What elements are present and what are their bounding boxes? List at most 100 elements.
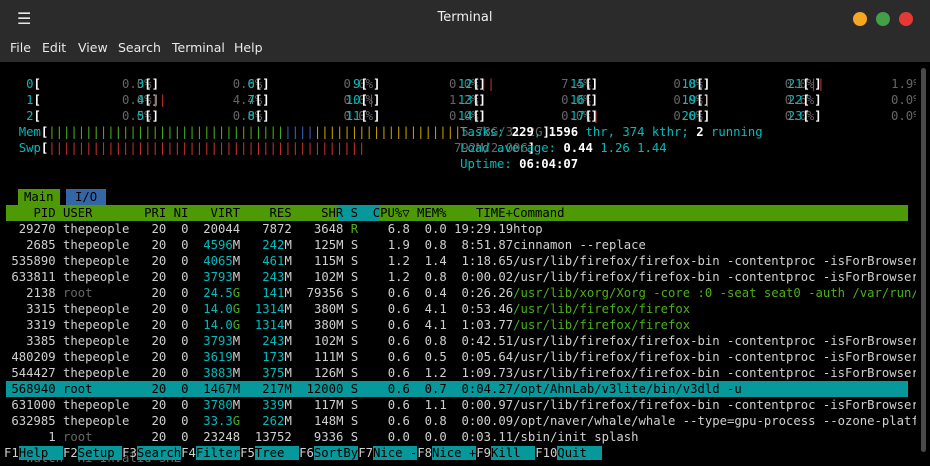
fkey-label-f8[interactable]: Nice + bbox=[431, 446, 477, 460]
fkey-f10[interactable]: F10 bbox=[535, 446, 557, 460]
proc-mem: 0.8 bbox=[409, 414, 447, 428]
proc-s: S bbox=[343, 254, 359, 268]
text bbox=[188, 414, 195, 428]
fkey-label-f2[interactable]: Setup bbox=[77, 446, 123, 460]
proc-s: S bbox=[343, 334, 359, 348]
proc-mem: 1.2 bbox=[409, 366, 447, 380]
bracket: [ bbox=[33, 77, 41, 91]
cpu-id: 14 bbox=[450, 109, 473, 123]
swp-bar: ||||||||||||||||||||||||||||||||||||||||… bbox=[48, 141, 366, 155]
menu-view[interactable]: View bbox=[78, 40, 108, 55]
fkey-label-f10[interactable]: Quit bbox=[557, 446, 602, 460]
scrollbar[interactable] bbox=[916, 62, 930, 466]
fkey-label-f3[interactable]: Search bbox=[136, 446, 182, 460]
text bbox=[704, 109, 785, 123]
menu-edit[interactable]: Edit bbox=[42, 40, 66, 55]
text bbox=[240, 270, 247, 284]
process-row[interactable]: 633811 thepeople 20 0 3793M 243M 102M S … bbox=[4, 269, 930, 285]
menu-search[interactable]: Search bbox=[118, 40, 161, 55]
proc-cpu: 0.6 bbox=[358, 350, 410, 364]
proc-user: root bbox=[63, 430, 137, 444]
fkey-f1[interactable]: F1 bbox=[4, 446, 19, 460]
proc-cpu: 0.0 bbox=[358, 430, 410, 444]
process-row[interactable]: 631000 thepeople 20 0 3780M 339M 117M S … bbox=[4, 397, 930, 413]
fkey-f9[interactable]: F9 bbox=[476, 446, 491, 460]
proc-mem: 0.8 bbox=[409, 334, 447, 348]
proc-s: S bbox=[343, 366, 359, 380]
bracket: [ bbox=[360, 93, 368, 107]
fkey-f5[interactable]: F5 bbox=[240, 446, 255, 460]
text bbox=[188, 350, 195, 364]
cpu-id: 16 bbox=[562, 93, 585, 107]
minimize-icon[interactable] bbox=[853, 12, 867, 26]
column-headers: PID USER PRI NI VIRT RES SHR S CPU%▽ MEM… bbox=[4, 206, 565, 220]
process-row[interactable]: 1 root 20 0 23248 13752 9336 S 0.0 0.0 0… bbox=[4, 429, 638, 445]
tab-io[interactable]: I/O bbox=[66, 189, 107, 205]
proc-virt: 1467M bbox=[195, 382, 241, 396]
proc-virt: 20044 bbox=[195, 222, 241, 236]
swap-meter: Swp[||||||||||||||||||||||||||||||||||||… bbox=[19, 140, 535, 156]
process-row[interactable]: 480209 thepeople 20 0 3619M 173M 111M S … bbox=[4, 349, 930, 365]
fkey-label-f5[interactable]: Tree bbox=[254, 446, 300, 460]
cpu-id: 21 bbox=[780, 77, 803, 91]
process-row[interactable]: 2685 thepeople 20 0 4596M 242M 125M S 1.… bbox=[4, 237, 646, 253]
proc-time: 0:05.64 bbox=[446, 350, 514, 364]
text bbox=[240, 430, 247, 444]
text bbox=[240, 366, 247, 380]
menu-file[interactable]: File bbox=[10, 40, 31, 55]
proc-s: S bbox=[343, 270, 359, 284]
menu-bar: File Edit View Search Terminal Help bbox=[0, 36, 930, 62]
proc-s: S bbox=[343, 238, 359, 252]
cpu-id: 7 bbox=[232, 93, 255, 107]
proc-cpu: 1.9 bbox=[358, 238, 410, 252]
text bbox=[240, 334, 247, 348]
bracket: [ bbox=[802, 93, 810, 107]
window-title: Terminal bbox=[437, 10, 493, 25]
menu-terminal[interactable]: Terminal bbox=[172, 40, 225, 55]
proc-pid: 2685 bbox=[4, 238, 56, 252]
fkey-f2[interactable]: F2 bbox=[63, 446, 78, 460]
htop-terminal-view[interactable]: 0[ 0.0%] 1[ 0.0%] 2[ 0.0%] 3[ 0.0%] 4[||… bbox=[0, 62, 930, 466]
tab-main[interactable]: Main bbox=[18, 189, 60, 205]
cpu-id: 9 bbox=[338, 77, 361, 91]
fkey-label-f1[interactable]: Help bbox=[18, 446, 64, 460]
maximize-icon[interactable] bbox=[876, 12, 890, 26]
fkey-label-f6[interactable]: SortBy bbox=[313, 446, 359, 460]
menu-help[interactable]: Help bbox=[234, 40, 263, 55]
fkey-label-f4[interactable]: Filter bbox=[195, 446, 241, 460]
process-row[interactable]: 3315 thepeople 20 0 14.0G 1314M 380M S 0… bbox=[4, 301, 690, 317]
proc-command: /usr/lib/firefox/firefox-bin -contentpro… bbox=[513, 398, 930, 412]
cpu-id: 15 bbox=[562, 77, 585, 91]
cpu-meter-21: 21[|| 1.9%] bbox=[780, 76, 928, 92]
proc-res: 13752 bbox=[247, 430, 292, 444]
unit: M bbox=[284, 238, 292, 252]
process-row[interactable]: 568940 root 20 0 1467M 217M 12000 S 0.6 … bbox=[4, 381, 741, 397]
fkey-f3[interactable]: F3 bbox=[122, 446, 137, 460]
process-row[interactable]: 3319 thepeople 20 0 14.0G 1314M 380M S 0… bbox=[4, 317, 690, 333]
process-row[interactable]: 535890 thepeople 20 0 4065M 461M 115M S … bbox=[4, 253, 930, 269]
proc-res: 141 bbox=[262, 286, 285, 300]
fkey-label-f9[interactable]: Kill bbox=[491, 446, 536, 460]
bracket: [ bbox=[696, 93, 704, 107]
proc-command: /usr/lib/firefox/firefox-bin -contentpro… bbox=[513, 366, 930, 380]
text bbox=[711, 93, 785, 107]
uptime-label: Uptime: bbox=[460, 157, 520, 171]
scrollbar-thumb[interactable] bbox=[921, 68, 926, 452]
thr-label: thr, bbox=[578, 125, 623, 139]
fkey-f6[interactable]: F6 bbox=[299, 446, 314, 460]
close-icon[interactable] bbox=[899, 12, 913, 26]
cpu-bar: || bbox=[151, 93, 167, 107]
proc-pri: 20 bbox=[136, 222, 167, 236]
process-row[interactable]: 632985 thepeople 20 0 33.3G 262M 148M S … bbox=[4, 413, 930, 429]
process-row[interactable]: 3385 thepeople 20 0 3793M 243M 102M S 0.… bbox=[4, 333, 930, 349]
proc-command: /usr/lib/firefox/firefox-bin -contentpro… bbox=[513, 334, 930, 348]
process-row[interactable]: 544427 thepeople 20 0 3883M 375M 126M S … bbox=[4, 365, 930, 381]
proc-res: 339 bbox=[262, 398, 285, 412]
fkey-f7[interactable]: F7 bbox=[358, 446, 373, 460]
proc-command: /opt/naver/whale/whale --type=gpu-proces… bbox=[513, 414, 930, 428]
fkey-f8[interactable]: F8 bbox=[417, 446, 432, 460]
process-row[interactable]: 2138 root 20 0 24.5G 141M 79356 S 0.6 0.… bbox=[4, 285, 930, 301]
process-row[interactable]: 29270 thepeople 20 0 20044 7872 3648 R 6… bbox=[4, 221, 543, 237]
fkey-f4[interactable]: F4 bbox=[181, 446, 196, 460]
fkey-label-f7[interactable]: Nice - bbox=[372, 446, 418, 460]
